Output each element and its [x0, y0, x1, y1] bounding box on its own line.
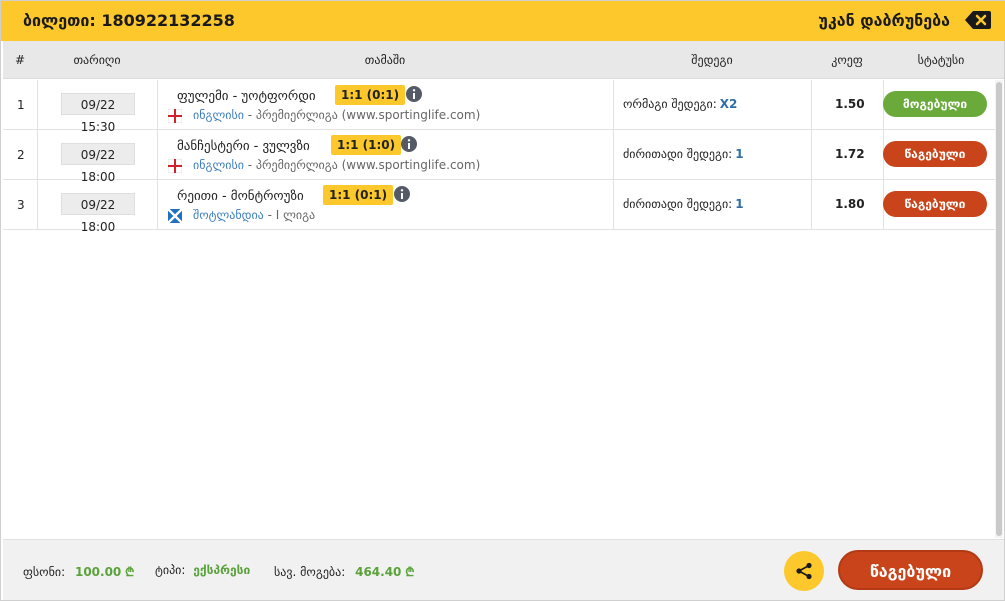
ticket-number: ბილეთი: 180922132258	[23, 11, 235, 30]
type-value: ექსპრესი	[193, 563, 251, 577]
col-game: თამაში	[364, 53, 406, 67]
table-row: 2 09/22 18:00 მანჩესტერი - ვულვზი 1:1 (1…	[3, 130, 995, 184]
league-info: ინგლისი - პრემიერლიგა (www.sportinglife.…	[193, 108, 480, 122]
header-bar: ბილეთი: 180922132258 უკან დაბრუნება	[1, 1, 1005, 41]
odds-value: 1.50	[835, 97, 865, 111]
odds-value: 1.80	[835, 197, 865, 211]
total-value: 464.40	[355, 565, 402, 579]
col-date: თარიღი	[73, 53, 121, 67]
type-label: ტიპი:	[155, 563, 186, 577]
bet-market: ძირითადი შედეგი: 1	[623, 147, 744, 161]
col-odds: კოეფ	[831, 53, 863, 67]
col-result: შედეგი	[691, 53, 733, 67]
bet-market: ძირითადი შედეგი: 1	[623, 197, 744, 211]
league-info: შოტლანდია - I ლიგა	[193, 208, 315, 222]
bet-market: ორმაგი შედეგი: X2	[623, 97, 737, 111]
ticket-footer: ფსონი: 100.00 ₾ ტიპი: ექსპრესი სავ. მოგე…	[3, 539, 1004, 600]
match-date: 09/22 15:30	[61, 93, 135, 134]
row-number: 1	[17, 98, 25, 112]
match-date: 09/22 18:00	[61, 193, 135, 234]
table-header: # თარიღი თამაში შედეგი კოეფ სტატუსი	[3, 41, 1004, 79]
status-badge: წაგებული	[883, 141, 987, 167]
currency-symbol: ₾	[405, 565, 415, 579]
scrollbar[interactable]	[995, 80, 1003, 538]
england-flag-icon	[168, 109, 182, 123]
total-label: სავ. მოგება:	[274, 565, 346, 579]
backspace-icon[interactable]	[964, 10, 992, 30]
market-label: ძირითადი შედეგი:	[623, 197, 733, 211]
table-row: 1 09/22 15:30 ფულემი - უოტფორდი 1:1 (0:1…	[3, 80, 995, 134]
league-info: ინგლისი - პრემიერლიგა (www.sportinglife.…	[193, 158, 480, 172]
country-link[interactable]: ინგლისი	[193, 108, 244, 122]
match-teams: მანჩესტერი - ვულვზი	[177, 139, 310, 154]
info-icon[interactable]	[406, 86, 422, 102]
country-link[interactable]: შოტლანდია	[193, 208, 264, 222]
total-win-info: სავ. მოგება: 464.40 ₾	[274, 563, 415, 580]
col-number: #	[15, 53, 26, 67]
market-pick: 1	[735, 147, 744, 161]
row-number: 2	[17, 148, 25, 162]
league-name: - I ლიგა	[267, 208, 316, 222]
market-label: ორმაგი შედეგი:	[623, 97, 717, 111]
info-icon[interactable]	[401, 136, 417, 152]
status-badge: წაგებული	[883, 191, 987, 217]
odds-value: 1.72	[835, 147, 865, 161]
market-pick: X2	[719, 97, 738, 111]
back-button[interactable]: უკან დაბრუნება	[818, 11, 950, 30]
score-badge: 1:1 (0:1)	[323, 185, 394, 205]
status-badge: მოგებული	[883, 91, 987, 117]
country-link[interactable]: ინგლისი	[193, 158, 244, 172]
england-flag-icon	[168, 159, 182, 173]
stake-info: ფსონი: 100.00 ₾	[23, 563, 134, 580]
currency-symbol: ₾	[125, 565, 135, 579]
stake-value: 100.00	[74, 565, 122, 579]
league-name: - პრემიერლიგა (www.sportinglife.com)	[247, 158, 481, 172]
row-number: 3	[17, 198, 25, 212]
col-status: სტატუსი	[917, 53, 965, 67]
match-teams: ფულემი - უოტფორდი	[177, 89, 316, 104]
match-date: 09/22 18:00	[61, 143, 135, 184]
bets-table: 1 09/22 15:30 ფულემი - უოტფორდი 1:1 (0:1…	[3, 80, 995, 234]
ticket-status-badge: წაგებული	[838, 550, 983, 590]
stake-label: ფსონი:	[23, 565, 66, 579]
score-badge: 1:1 (1:0)	[331, 135, 402, 155]
league-name: - პრემიერლიგა (www.sportinglife.com)	[247, 108, 481, 122]
share-icon	[796, 562, 812, 580]
market-pick: 1	[735, 197, 744, 211]
scrollbar-thumb[interactable]	[996, 82, 1002, 536]
ticket-modal: ბილეთი: 180922132258 უკან დაბრუნება # თა…	[0, 0, 1005, 601]
share-button[interactable]	[784, 551, 824, 591]
scotland-flag-icon	[168, 209, 182, 223]
bet-type-info: ტიპი: ექსპრესი	[155, 563, 250, 577]
market-label: ძირითადი შედეგი:	[623, 147, 733, 161]
info-icon[interactable]	[394, 186, 410, 202]
match-teams: რეითი - მონტროუზი	[177, 189, 304, 204]
table-row: 3 09/22 18:00 რეითი - მონტროუზი 1:1 (0:1…	[3, 180, 995, 234]
score-badge: 1:1 (0:1)	[335, 85, 406, 105]
